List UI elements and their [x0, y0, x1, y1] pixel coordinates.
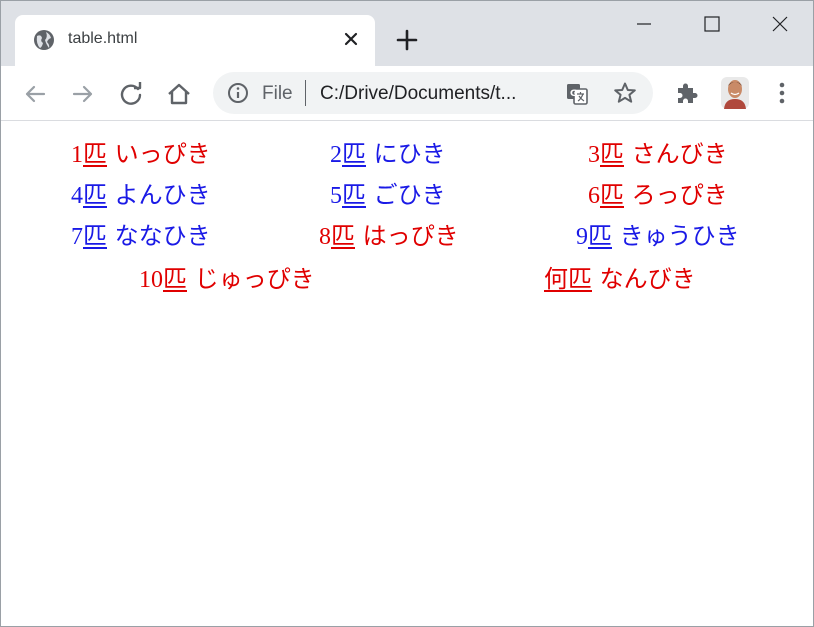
kebab-menu-icon[interactable]: [771, 80, 793, 106]
page-content: 1匹 いっぴき 2匹 にひき 3匹 さんびき 4匹 よんひき 5匹 ごひき 6匹…: [1, 121, 813, 626]
counter-kanji: 匹: [163, 265, 187, 293]
counter-kanji: 匹: [331, 222, 355, 250]
counter-number: 2: [330, 142, 342, 168]
counter-reading: はっぴき: [362, 222, 459, 250]
counter-reading: いっぴき: [114, 140, 211, 168]
counter-reading: ろっぴき: [631, 181, 728, 209]
counter-cell: 1匹 いっぴき: [71, 142, 211, 167]
back-arrow-icon[interactable]: [19, 78, 51, 110]
minimize-icon[interactable]: [621, 9, 667, 41]
counter-number: 3: [588, 142, 600, 168]
counter-number: 6: [588, 183, 600, 209]
address-bar[interactable]: File C:/Drive/Documents/t... G: [213, 72, 653, 114]
browser-tab[interactable]: table.html: [15, 15, 375, 66]
browser-window: table.html File C:/Drive/Documents/t... …: [0, 0, 814, 627]
counter-number: 9: [576, 224, 588, 250]
counter-cell: 8匹 はっぴき: [319, 224, 459, 249]
counter-kanji: 匹: [83, 222, 107, 250]
counter-cell: 2匹 にひき: [330, 142, 446, 167]
browser-toolbar: File C:/Drive/Documents/t... G: [1, 66, 813, 121]
reload-icon[interactable]: [115, 78, 147, 110]
counter-number: 8: [319, 224, 331, 250]
avatar[interactable]: [721, 77, 749, 109]
maximize-icon[interactable]: [689, 9, 735, 41]
counter-reading: ななひき: [114, 222, 211, 250]
counter-cell: 7匹 ななひき: [71, 224, 211, 249]
svg-text:G: G: [570, 89, 577, 99]
counter-number: 4: [71, 183, 83, 209]
counter-kanji: 匹: [342, 181, 366, 209]
counter-number: 10: [139, 267, 163, 293]
star-icon[interactable]: [613, 81, 637, 105]
counter-cell: 6匹 ろっぴき: [588, 183, 728, 208]
counter-reading: ごひき: [373, 181, 446, 209]
counter-cell: 4匹 よんひき: [71, 183, 211, 208]
close-icon[interactable]: [341, 29, 361, 49]
counter-cell: 9匹 きゅうひき: [576, 224, 740, 249]
puzzle-icon[interactable]: [673, 80, 699, 106]
home-icon[interactable]: [163, 78, 195, 110]
counter-kanji: 匹: [600, 140, 624, 168]
counter-kanji: 匹: [83, 181, 107, 209]
counter-kanji: 何匹: [544, 265, 592, 293]
counter-kanji: 匹: [342, 140, 366, 168]
counter-cell: 3匹 さんびき: [588, 142, 728, 167]
counter-cell: 10匹 じゅっぴき: [139, 267, 315, 292]
counter-reading: よんひき: [114, 181, 211, 209]
url-text[interactable]: C:/Drive/Documents/t...: [320, 83, 516, 105]
plus-icon[interactable]: [394, 27, 420, 53]
translate-icon[interactable]: G: [565, 82, 589, 106]
counter-cell: 5匹 ごひき: [330, 183, 446, 208]
counter-reading: きゅうひき: [619, 222, 740, 250]
counter-kanji: 匹: [588, 222, 612, 250]
forward-arrow-icon[interactable]: [67, 78, 99, 110]
address-separator: [305, 80, 306, 106]
counter-number: 5: [330, 183, 342, 209]
info-icon[interactable]: [227, 82, 249, 104]
counter-number: 1: [71, 142, 83, 168]
counter-reading: さんびき: [631, 140, 728, 168]
counter-cell: 何匹 なんびき: [544, 267, 696, 292]
counter-reading: なんびき: [599, 265, 696, 293]
tab-title: table.html: [68, 30, 138, 47]
file-scheme-label: File: [262, 83, 293, 104]
window-close-icon[interactable]: [757, 9, 803, 41]
counter-kanji: 匹: [83, 140, 107, 168]
title-bar: table.html: [1, 1, 813, 66]
globe-icon: [34, 30, 54, 50]
counter-reading: にひき: [373, 140, 446, 168]
counter-reading: じゅっぴき: [194, 265, 315, 293]
counter-number: 7: [71, 224, 83, 250]
counter-kanji: 匹: [600, 181, 624, 209]
